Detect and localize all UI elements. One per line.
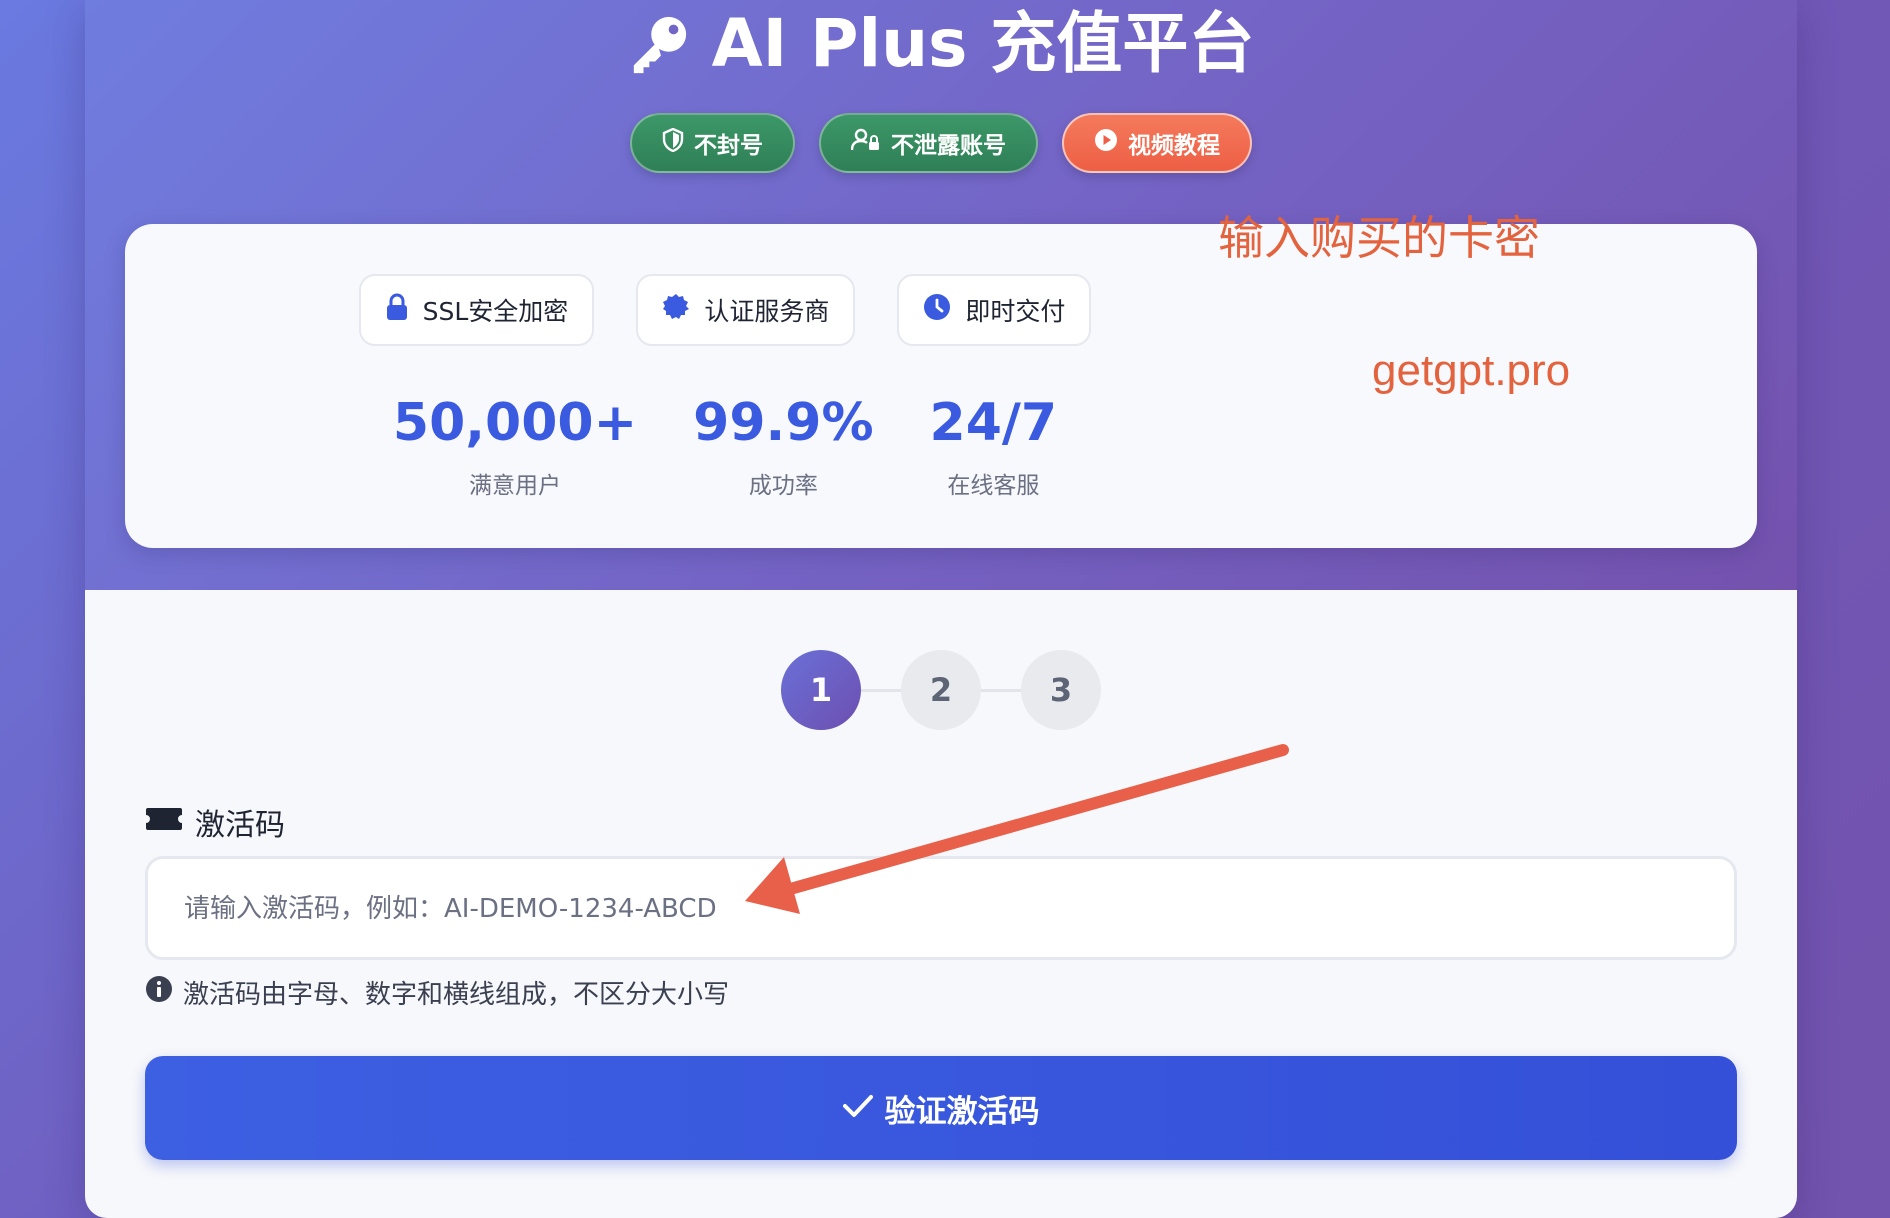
trust-item-label: SSL安全加密 xyxy=(422,297,569,326)
page-title-text: AI Plus 充值平台 xyxy=(711,5,1255,82)
recharge-card: AI Plus 充值平台 不封号 不泄露账号 视频教程 SSL安全加密 认证服务… xyxy=(85,0,1797,1218)
play-circle-icon xyxy=(1094,128,1118,158)
step-2: 2 xyxy=(901,650,981,730)
certificate-icon xyxy=(662,293,690,327)
stat-support: 24/7 在线客服 xyxy=(930,392,1058,500)
trust-item-certified: 认证服务商 xyxy=(636,274,856,346)
shield-icon xyxy=(662,127,684,158)
stat-value: 99.9% xyxy=(693,393,874,453)
watermark-text: getgpt.pro xyxy=(1372,346,1571,395)
verify-button-label: 验证激活码 xyxy=(884,1093,1040,1130)
step-1: 1 xyxy=(781,650,861,730)
badge-no-ban[interactable]: 不封号 xyxy=(630,113,795,173)
badge-label: 视频教程 xyxy=(1128,133,1220,159)
hint-text: 激活码由字母、数字和横线组成，不区分大小写 xyxy=(183,980,730,1010)
stat-label: 成功率 xyxy=(748,473,818,499)
stat-label: 在线客服 xyxy=(947,473,1040,499)
user-lock-icon xyxy=(850,128,881,158)
verify-code-button[interactable]: 验证激活码 xyxy=(145,1056,1737,1160)
annotation-text: 输入购买的卡密 xyxy=(1218,211,1540,265)
check-icon xyxy=(842,1090,873,1126)
page-title: AI Plus 充值平台 xyxy=(85,4,1797,84)
clock-icon xyxy=(923,293,951,327)
feature-badges: 不封号 不泄露账号 视频教程 xyxy=(85,113,1797,173)
stats-row: 50,000+ 满意用户 99.9% 成功率 24/7 在线客服 xyxy=(125,392,1325,500)
step-connector xyxy=(981,688,1021,692)
step-connector xyxy=(861,688,901,692)
badge-no-leak[interactable]: 不泄露账号 xyxy=(819,113,1038,173)
stat-users: 50,000+ 满意用户 xyxy=(393,392,637,500)
trust-item-instant: 即时交付 xyxy=(897,274,1092,346)
ticket-icon xyxy=(145,805,183,840)
activation-code-input[interactable] xyxy=(182,859,1686,959)
trust-item-label: 认证服务商 xyxy=(704,297,830,326)
stat-success-rate: 99.9% 成功率 xyxy=(693,392,873,500)
card-body: 1 2 3 激活码 激活码由 xyxy=(85,590,1797,1218)
activation-code-label: 激活码 xyxy=(145,800,285,844)
step-3: 3 xyxy=(1021,650,1101,730)
field-label-text: 激活码 xyxy=(195,808,285,843)
key-icon xyxy=(628,13,690,75)
trust-items: SSL安全加密 认证服务商 即时交付 xyxy=(125,274,1325,346)
input-hint: 激活码由字母、数字和横线组成，不区分大小写 xyxy=(145,974,729,1011)
badge-label: 不封号 xyxy=(694,133,763,159)
card-header: AI Plus 充值平台 不封号 不泄露账号 视频教程 SSL安全加密 认证服务… xyxy=(85,0,1797,590)
step-indicator: 1 2 3 xyxy=(85,650,1797,730)
trust-item-ssl: SSL安全加密 xyxy=(358,274,595,346)
lock-icon xyxy=(385,293,409,327)
info-icon xyxy=(145,975,173,1010)
stat-value: 50,000+ xyxy=(392,393,638,453)
trust-item-label: 即时交付 xyxy=(965,297,1066,326)
stat-value: 24/7 xyxy=(929,393,1058,453)
badge-video-tutorial[interactable]: 视频教程 xyxy=(1062,113,1252,173)
badge-label: 不泄露账号 xyxy=(891,133,1006,159)
stat-label: 满意用户 xyxy=(469,473,562,499)
activation-code-field[interactable] xyxy=(145,856,1737,960)
